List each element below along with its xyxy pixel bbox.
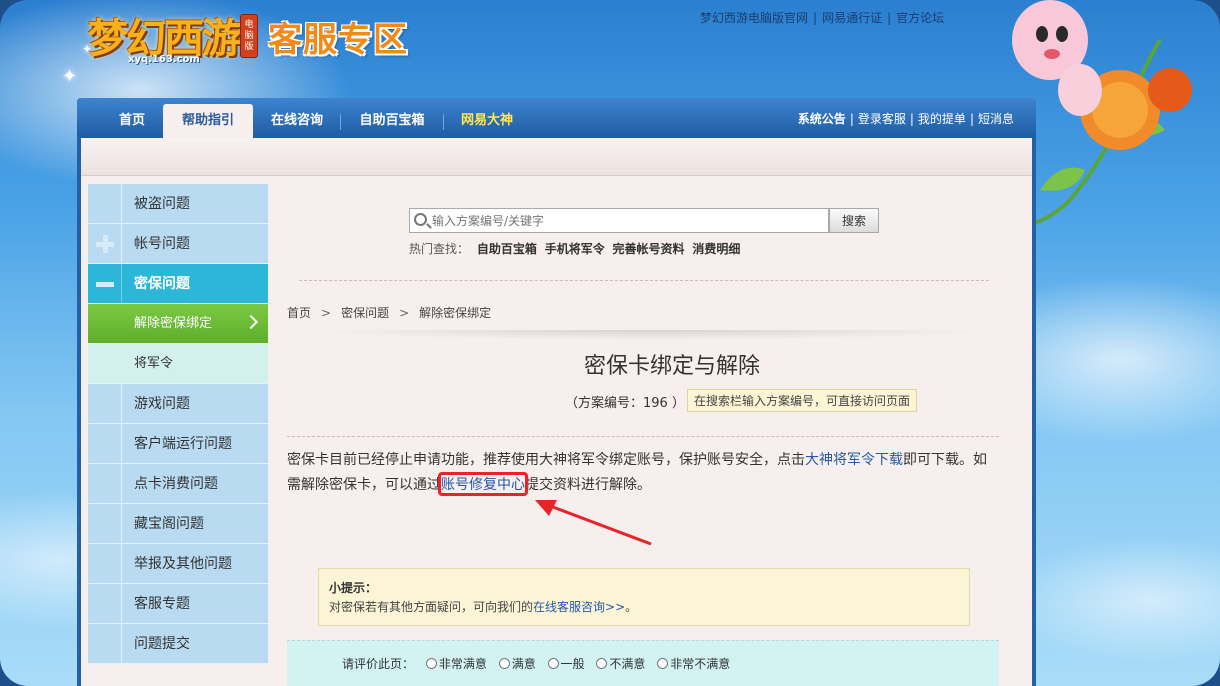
tip-box: 小提示： 对密保若有其他方面疑问，可向我们的在线客服咨询>>。	[318, 568, 970, 626]
tip-text-body: 。	[625, 600, 638, 614]
forum-link[interactable]: 官方论坛	[896, 11, 944, 25]
logo-domain: xyq.163.com	[128, 54, 200, 65]
rating-options: 请评价此页： 非常满意 满意 一般 不满意 非常不满意	[342, 655, 730, 672]
online-service-link[interactable]: 在线客服咨询>>	[533, 600, 625, 614]
nav-home[interactable]: 首页	[97, 104, 167, 138]
hot-link-consumption[interactable]: 消费明细	[692, 242, 740, 256]
body-text: 密保卡目前已经停止申请功能，推荐使用大神将军令绑定账号，保护账号安全，点击	[287, 452, 805, 468]
hot-search-label: 热门查找：	[409, 242, 470, 256]
radio-icon[interactable]	[657, 658, 669, 669]
hot-link-self-service[interactable]: 自助百宝箱	[477, 242, 537, 256]
separator: |	[909, 112, 914, 126]
rating-very-unsatisfied[interactable]: 非常不满意	[657, 657, 730, 671]
dashen-token-download-link[interactable]: 大神将军令下载	[805, 452, 903, 468]
body-text: 提交资料进行解除。	[525, 477, 651, 493]
separator: |	[813, 11, 818, 25]
messages-link[interactable]: 短消息	[978, 112, 1014, 126]
nav-right-links: 系统公告 | 登录客服 | 我的提单 | 短消息	[798, 110, 1014, 127]
separator: |	[969, 112, 974, 126]
search-icon	[414, 213, 427, 226]
search-input[interactable]	[432, 211, 824, 230]
nav-self-service[interactable]: 自助百宝箱	[345, 104, 439, 138]
nav-online-consult[interactable]: 在线咨询	[257, 104, 337, 138]
login-service-link[interactable]: 登录客服	[858, 112, 906, 126]
breadcrumb-shadow	[307, 330, 997, 340]
article-body: 密保卡目前已经停止申请功能，推荐使用大神将军令绑定账号，保护账号安全，点击大神将…	[287, 448, 992, 498]
breadcrumb-sep: >	[321, 306, 332, 320]
official-site-link[interactable]: 梦幻西游电脑版官网	[700, 11, 808, 25]
main-column: 搜索 热门查找： 自助百宝箱 手机将军令 完善帐号资料 消费明细 首页 > 密保问题…	[81, 138, 1032, 686]
sparkle-icon: ✦	[82, 42, 93, 56]
hot-search: 热门查找： 自助百宝箱 手机将军令 完善帐号资料 消费明细	[409, 240, 740, 257]
red-arrow-icon	[535, 500, 652, 546]
sparkle-icon: ✦	[62, 66, 78, 87]
red-highlight-box	[438, 472, 528, 496]
rating-satisfied[interactable]: 满意	[498, 657, 536, 671]
breadcrumb-current: 解除密保绑定	[419, 306, 492, 320]
breadcrumb: 首页 > 密保问题 > 解除密保绑定	[287, 304, 491, 321]
game-logo[interactable]: 梦幻西游 电脑版 xyq.163.com	[88, 6, 260, 68]
mascot-illustration	[1012, 0, 1192, 230]
rating-label: 请评价此页：	[342, 657, 415, 671]
plan-number: （方案编号：196 ）	[565, 396, 685, 411]
logo-badge: 电脑版	[240, 14, 258, 58]
plan-tip: 在搜索栏输入方案编号，可直接访问页面	[687, 389, 918, 412]
radio-icon[interactable]	[596, 658, 608, 669]
separator: |	[849, 112, 854, 126]
tip-text: 对密保若有其他方面疑问，可向我们的在线客服咨询>>。	[329, 598, 959, 615]
passport-link[interactable]: 网易通行证	[822, 11, 882, 25]
main-nav: 首页 帮助指引 在线咨询 自助百宝箱 网易大神 系统公告 | 登录客服 | 我的提单 | 短…	[77, 98, 1036, 138]
radio-icon[interactable]	[425, 658, 437, 669]
radio-icon[interactable]	[547, 658, 559, 669]
nav-divider	[340, 114, 341, 130]
nav-divider	[443, 114, 444, 130]
rating-unsatisfied[interactable]: 不满意	[596, 657, 645, 671]
system-notice-link[interactable]: 系统公告	[798, 112, 846, 126]
divider	[299, 280, 989, 281]
nav-netease-dashen[interactable]: 网易大神	[447, 104, 527, 138]
rating-bar: 请评价此页： 非常满意 满意 一般 不满意 非常不满意	[287, 640, 999, 686]
hot-link-account-info[interactable]: 完善帐号资料	[613, 242, 685, 256]
tip-text-body: 对密保若有其他方面疑问，可向我们的	[329, 600, 534, 614]
rating-very-satisfied[interactable]: 非常满意	[425, 657, 487, 671]
hot-link-mobile-token[interactable]: 手机将军令	[545, 242, 605, 256]
tip-title: 小提示：	[329, 581, 378, 595]
radio-icon[interactable]	[498, 658, 510, 669]
page-frame: 梦幻西游 电脑版 xyq.163.com 客服专区 ✦ ✦ 梦幻西游电脑版官网 |…	[0, 0, 1220, 686]
search-box	[409, 208, 829, 233]
site-title: 客服专区	[268, 20, 408, 60]
rating-neutral[interactable]: 一般	[547, 657, 585, 671]
separator: |	[887, 11, 892, 25]
article-title: 密保卡绑定与解除	[583, 354, 760, 379]
breadcrumb-sep: >	[399, 306, 410, 320]
breadcrumb-home[interactable]: 首页	[287, 306, 311, 320]
search-button[interactable]: 搜索	[829, 208, 879, 233]
divider	[287, 436, 999, 437]
top-links: 梦幻西游电脑版官网 | 网易通行证 | 官方论坛	[700, 9, 944, 26]
breadcrumb-security[interactable]: 密保问题	[341, 306, 389, 320]
my-tickets-link[interactable]: 我的提单	[918, 112, 966, 126]
nav-help-guide[interactable]: 帮助指引	[163, 104, 253, 138]
